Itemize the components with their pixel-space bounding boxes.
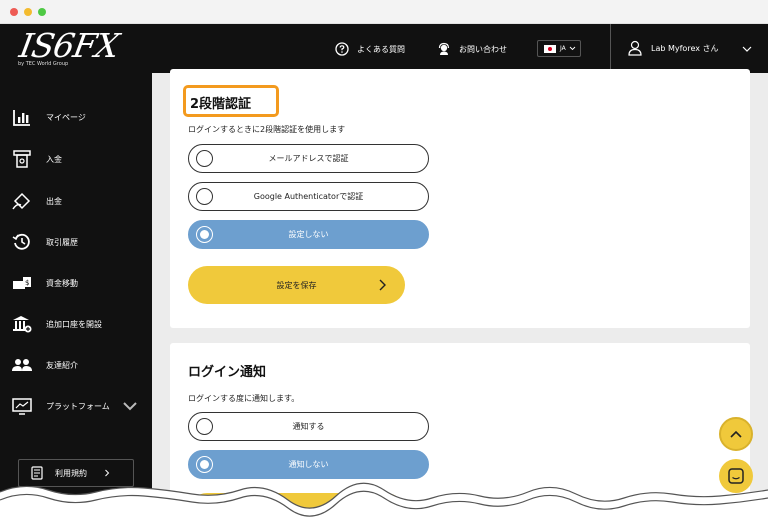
browser-window: IS6FX by TEC World Group よくある質問 お問い合わせ J… xyxy=(0,0,768,532)
monitor-icon xyxy=(12,398,32,415)
sidebar-item-transfer[interactable]: $ 資金移動 xyxy=(12,272,152,294)
minimize-window-icon[interactable] xyxy=(24,8,32,16)
sidebar-item-deposit[interactable]: 入金 xyxy=(12,148,152,170)
user-menu-chevron-icon[interactable] xyxy=(741,43,753,55)
title-bar xyxy=(0,0,768,24)
sidebar-item-history[interactable]: 取引履歴 xyxy=(12,231,152,253)
language-label: JA xyxy=(560,45,566,52)
support-agent-icon xyxy=(438,42,450,55)
save-label: 設定を保存 xyxy=(276,280,317,290)
svg-text:$: $ xyxy=(25,279,29,287)
two-factor-card: 2段階認証 ログインするときに2段階認証を使用します メールアドレスで認証 Go… xyxy=(170,69,750,328)
login-notice-title: ログイン通知 xyxy=(188,365,267,380)
sidebar-item-label: 友達紹介 xyxy=(46,360,78,370)
history-icon xyxy=(12,233,30,250)
user-icon xyxy=(628,40,642,56)
radio-button-selected[interactable] xyxy=(196,226,213,243)
contact-link[interactable]: お問い合わせ xyxy=(437,41,507,57)
site-logo[interactable]: IS6FX by TEC World Group xyxy=(16,26,122,70)
transfer-icon: $ xyxy=(13,277,31,289)
faq-link[interactable]: よくある質問 xyxy=(335,41,405,57)
two-factor-option-google[interactable]: Google Authenticatorで認証 xyxy=(188,182,429,211)
main-content: 2段階認証 ログインするときに2段階認証を使用します メールアドレスで認証 Go… xyxy=(152,69,768,532)
sidebar-item-referral[interactable]: 友達紹介 xyxy=(12,354,152,376)
bank-plus-icon xyxy=(13,316,32,333)
sidebar-item-label: 追加口座を開設 xyxy=(46,319,102,329)
user-menu[interactable]: Lab Myforex さん xyxy=(628,40,719,56)
deposit-icon xyxy=(13,150,31,168)
chevron-down-icon xyxy=(569,46,576,51)
chevron-right-icon xyxy=(379,279,386,291)
scroll-top-button[interactable] xyxy=(719,417,753,451)
japan-flag-icon xyxy=(544,44,556,53)
sidebar-item-label: 資金移動 xyxy=(46,278,78,288)
option-label: 通知する xyxy=(292,422,325,431)
sidebar-item-withdraw[interactable]: 出金 xyxy=(12,190,152,212)
save-settings-button[interactable]: 設定を保存 xyxy=(188,266,405,304)
sidebar-item-platform[interactable]: プラットフォーム xyxy=(12,395,152,417)
maximize-window-icon[interactable] xyxy=(38,8,46,16)
chevron-up-icon xyxy=(730,430,742,438)
login-notice-description: ログインする度に通知します。 xyxy=(188,394,300,403)
sidebar-item-open-account[interactable]: 追加口座を開設 xyxy=(12,313,152,335)
option-label: 設定しない xyxy=(288,230,329,239)
two-factor-title: 2段階認証 xyxy=(190,97,252,112)
option-label: メールアドレスで認証 xyxy=(268,154,349,163)
torn-edge-decoration xyxy=(0,482,768,532)
contact-label: お問い合わせ xyxy=(459,44,507,54)
sidebar-item-label: マイページ xyxy=(46,112,86,122)
two-factor-option-email[interactable]: メールアドレスで認証 xyxy=(188,144,429,173)
chevron-down-icon xyxy=(123,402,137,411)
logo-subtitle: by TEC World Group xyxy=(18,61,69,67)
header-divider xyxy=(610,24,611,73)
radio-button[interactable] xyxy=(196,418,213,435)
sidebar-item-label: プラットフォーム xyxy=(46,401,110,411)
faq-label: よくある質問 xyxy=(357,44,405,54)
option-label: Google Authenticatorで認証 xyxy=(253,192,364,201)
sidebar-item-label: 入金 xyxy=(46,154,62,164)
withdraw-icon xyxy=(12,192,31,210)
two-factor-description: ログインするときに2段階認証を使用します xyxy=(188,125,346,134)
logo-text: IS6FX xyxy=(16,26,122,65)
site-header: IS6FX by TEC World Group よくある質問 お問い合わせ J… xyxy=(0,24,768,73)
user-name: Lab Myforex さん xyxy=(651,43,719,53)
radio-button[interactable] xyxy=(196,188,213,205)
chart-bars-icon xyxy=(13,110,30,126)
language-selector[interactable]: JA xyxy=(537,40,581,57)
users-icon xyxy=(12,359,32,371)
sidebar-item-label: 出金 xyxy=(46,196,62,206)
sidebar-item-label: 取引履歴 xyxy=(46,237,78,247)
question-circle-icon xyxy=(335,42,349,56)
two-factor-option-none[interactable]: 設定しない xyxy=(188,220,429,249)
sidebar-item-mypage[interactable]: マイページ xyxy=(12,106,152,128)
close-window-icon[interactable] xyxy=(10,8,18,16)
sidebar: マイページ 入金 出金 取引履歴 $ 資金移動 追加口座を開設 友達紹介 プラッ… xyxy=(0,73,152,532)
login-notice-option-on[interactable]: 通知する xyxy=(188,412,429,441)
radio-button[interactable] xyxy=(196,150,213,167)
option-label: 通知しない xyxy=(288,460,329,469)
